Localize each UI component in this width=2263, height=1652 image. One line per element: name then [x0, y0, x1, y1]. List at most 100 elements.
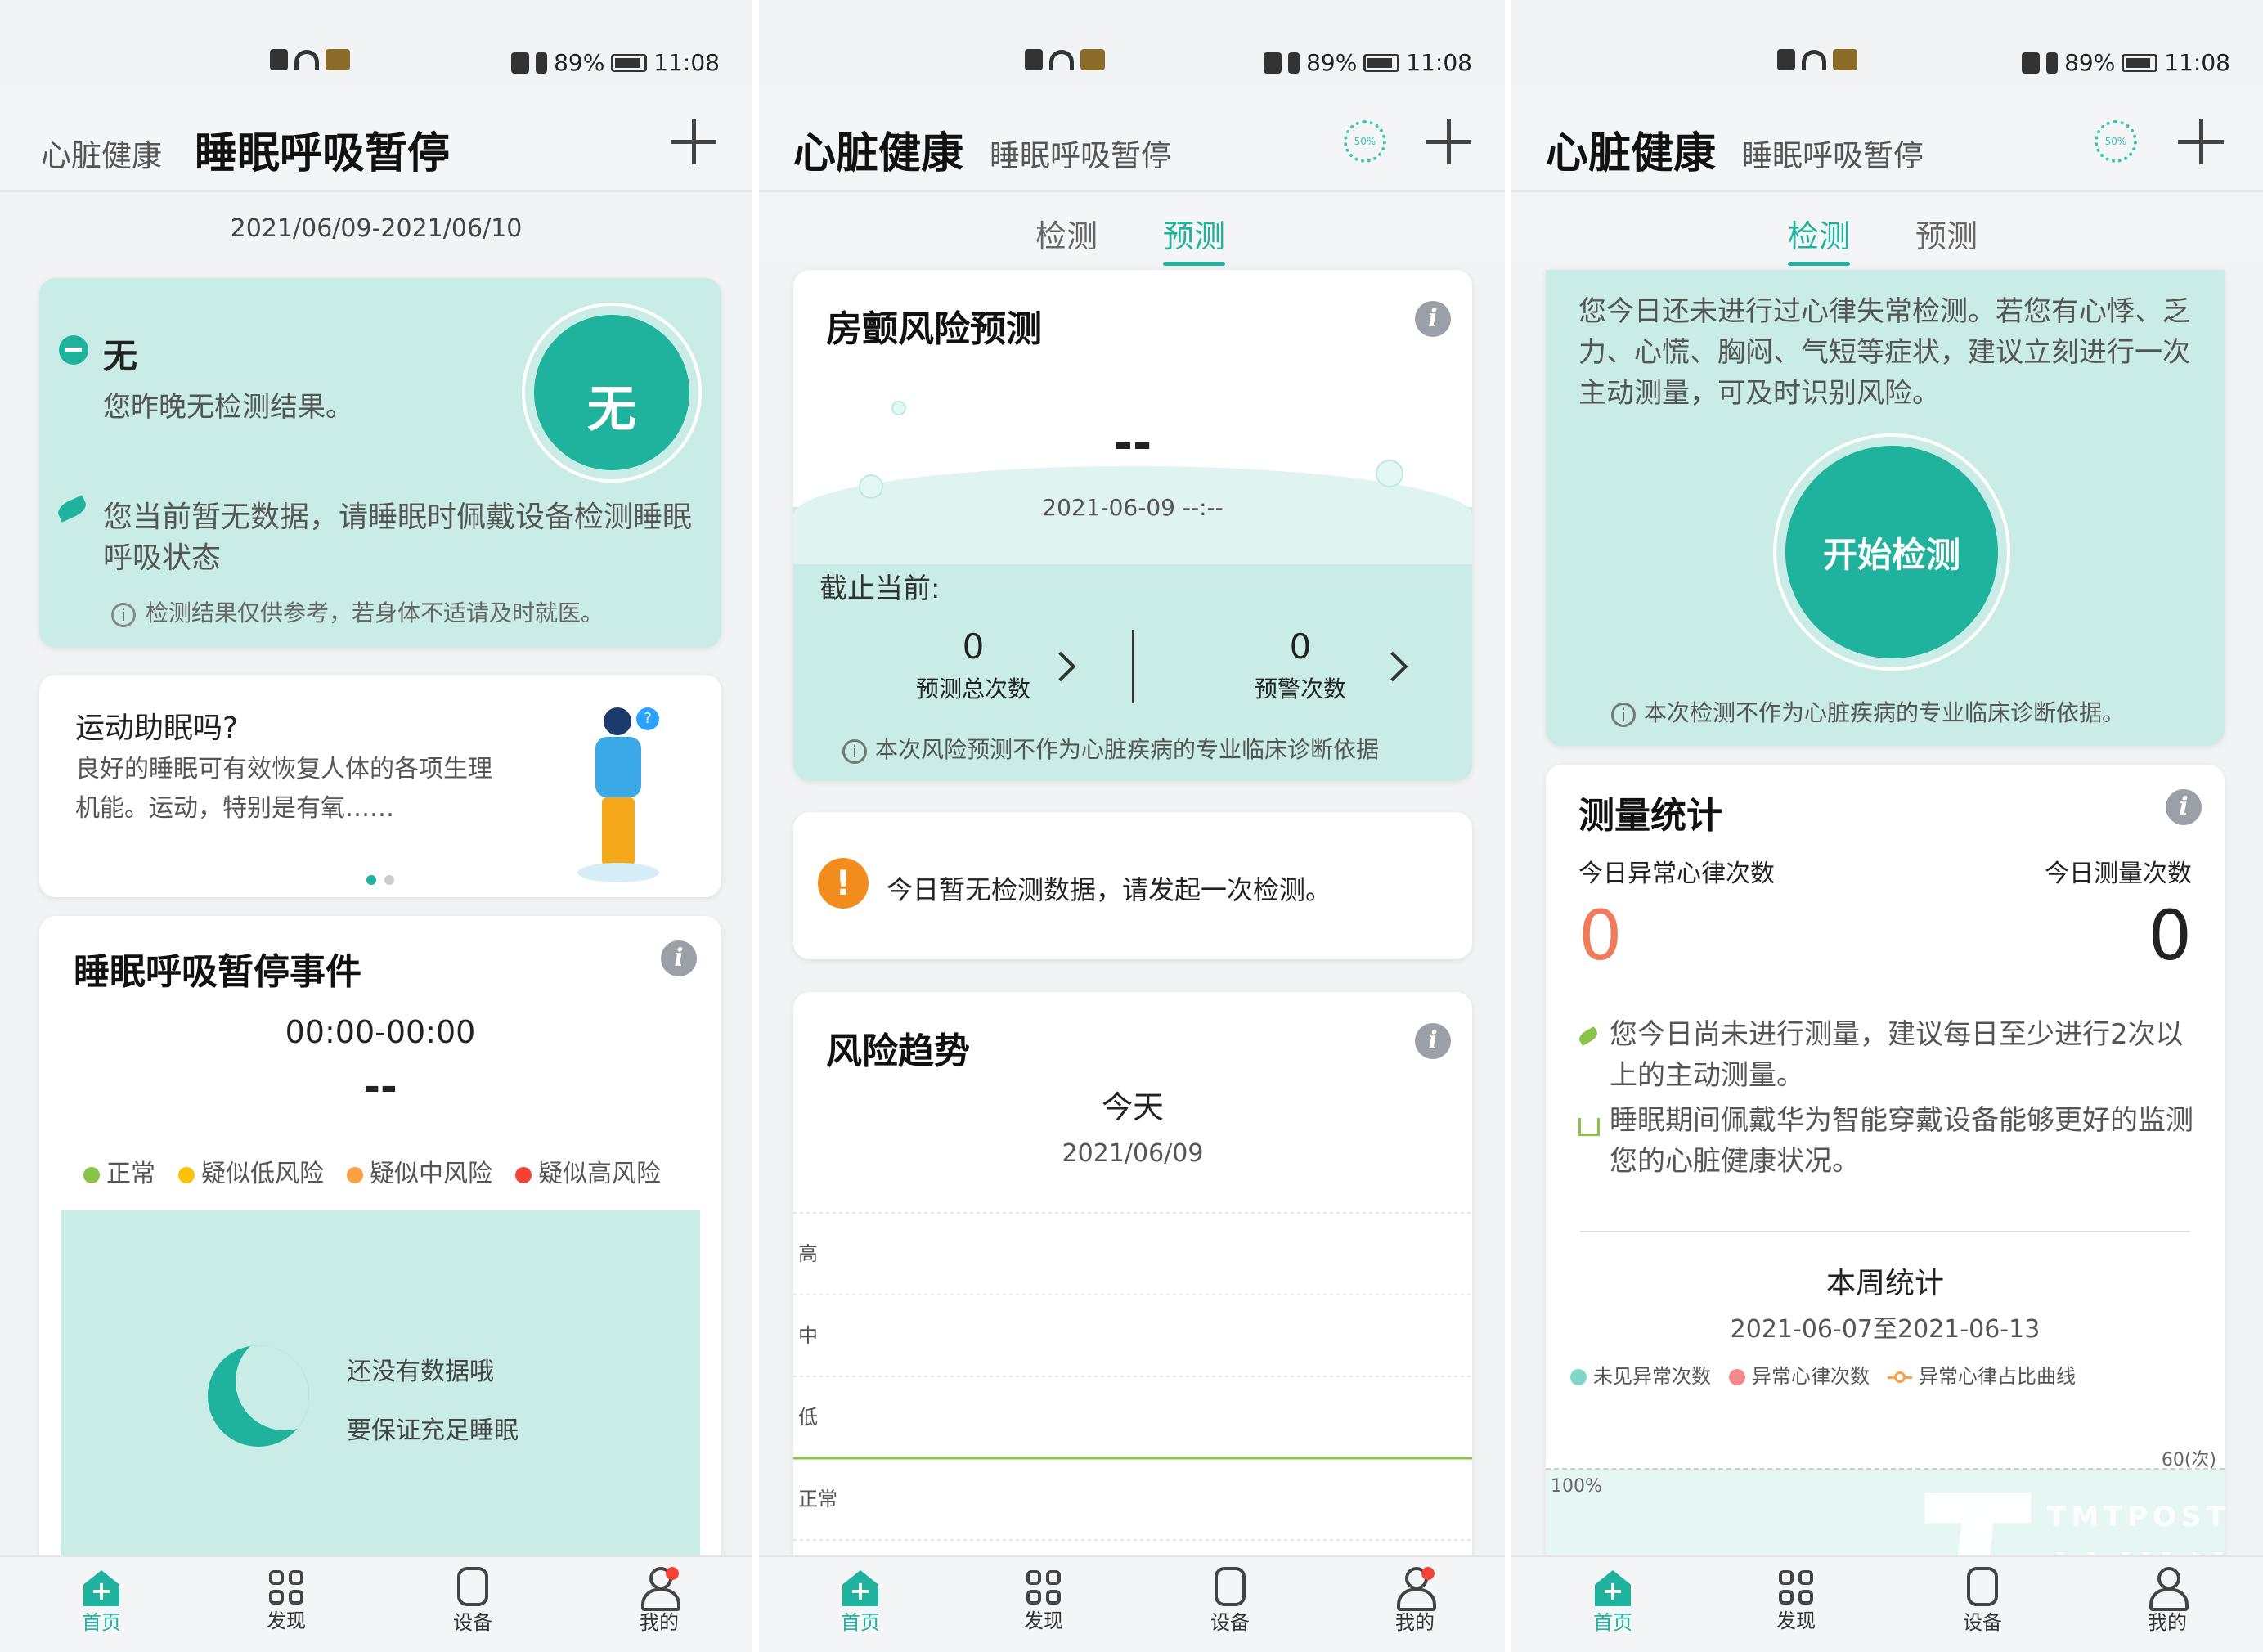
legend-ratio-line: 异常心律占比曲线: [1888, 1360, 2076, 1389]
tab-heart-health[interactable]: 心脏健康: [41, 131, 162, 175]
person-icon: [640, 1567, 680, 1611]
bottom-nav: + 首页 发现 设备 我的: [1511, 1555, 2263, 1652]
info-outline-icon: i: [111, 603, 136, 627]
notification-dot: [1421, 1567, 1435, 1580]
nav-home[interactable]: + 首页: [811, 1565, 909, 1635]
info-icon[interactable]: i: [1415, 1023, 1451, 1059]
subtab-detect[interactable]: 检测: [1035, 211, 1098, 256]
risk-legend: 正常 疑似低风险 疑似中风险 疑似高风险: [83, 1153, 661, 1189]
article-title: 运动助眠吗?: [75, 712, 239, 745]
subtab-detect[interactable]: 检测: [1788, 211, 1851, 266]
af-risk-card: 房颤风险预测 i -- 2021-06-09 --:-- 截止当前: 0 预测总…: [793, 270, 1472, 781]
article-body: 良好的睡眠可有效恢复人体的各项生理机能。运动，特别是有氧……: [75, 755, 492, 823]
carousel-dot[interactable]: [384, 875, 394, 885]
subtab-predict[interactable]: 预测: [1915, 211, 1978, 256]
result-text: 您昨晚无检测结果。: [103, 391, 353, 424]
info-icon[interactable]: i: [661, 940, 697, 976]
info-icon[interactable]: i: [2166, 789, 2202, 825]
progress-ring-icon[interactable]: 50%: [2095, 120, 2137, 163]
minus-icon: [59, 335, 88, 365]
panel-heart-predict: 89% 11:08 心脏健康 睡眠呼吸暂停 50% 检测 预测 房颤风险预测 i …: [759, 0, 1505, 1652]
nav-discover[interactable]: 发现: [237, 1565, 335, 1633]
tab-heart-health[interactable]: 心脏健康: [793, 119, 963, 180]
add-icon[interactable]: [2178, 119, 2224, 164]
legend-normal-count: 未见异常次数: [1570, 1360, 1711, 1389]
flag-icon: [1578, 1118, 1600, 1136]
tab-sleep-apnea[interactable]: 睡眠呼吸暂停: [1742, 131, 1924, 175]
nav-discover[interactable]: 发现: [995, 1565, 1093, 1633]
warning-icon: !: [818, 858, 869, 909]
watch-icon: [457, 1567, 488, 1606]
af-title: 房颤风险预测: [826, 308, 1042, 350]
disclaimer-text: 检测结果仅供参考，若身体不适请及时就医。: [146, 599, 604, 626]
subtab-predict[interactable]: 预测: [1163, 211, 1226, 266]
nav-me[interactable]: 我的: [610, 1565, 708, 1635]
abnormal-value: 0: [1578, 896, 1623, 976]
nav-me[interactable]: 我的: [1366, 1565, 1464, 1635]
status-circle: 无: [522, 303, 702, 483]
nav-me[interactable]: 我的: [2118, 1565, 2216, 1635]
tip-1: 您今日尚未进行测量，建议每日至少进行2次以上的主动测量。: [1610, 1018, 2184, 1092]
y-tick-label: 低: [798, 1406, 818, 1429]
nav-home[interactable]: + 首页: [1564, 1565, 1662, 1635]
y-tick-label: 正常: [798, 1488, 837, 1511]
carousel-dot-active[interactable]: [366, 875, 376, 885]
trend-day: 今天: [1101, 1089, 1164, 1125]
nav-device[interactable]: 设备: [1933, 1565, 2032, 1635]
status-level: 无: [103, 336, 138, 376]
bluetooth-icon: [2046, 52, 2059, 74]
notification-dot: [666, 1567, 679, 1580]
app-notification-icon: [326, 49, 350, 70]
nav-home[interactable]: + 首页: [52, 1565, 150, 1635]
tab-sleep-apnea[interactable]: 睡眠呼吸暂停: [990, 131, 1171, 175]
watch-icon: [1215, 1567, 1246, 1606]
status-bar: 89% 11:08: [1511, 43, 2263, 83]
status-circle-text: 无: [534, 315, 689, 470]
leaf-icon: [1577, 1026, 1600, 1047]
info-outline-icon: i: [842, 739, 867, 764]
abnormal-label: 今日异常心律次数: [1578, 860, 1775, 888]
date-range[interactable]: 2021/06/09-2021/06/10: [0, 214, 752, 243]
trend-title: 风险趋势: [826, 1030, 970, 1072]
week-legend: 未见异常次数 异常心律次数 异常心律占比曲线: [1570, 1360, 2076, 1389]
add-icon[interactable]: [671, 119, 716, 164]
y-tick-label: 中: [798, 1324, 818, 1347]
nfc-icon: [1264, 52, 1282, 74]
clock: 11:08: [2164, 49, 2230, 76]
moon-icon: [208, 1345, 309, 1447]
subtabs: 检测 预测: [759, 196, 1505, 266]
tab-heart-health[interactable]: 心脏健康: [1546, 119, 1716, 180]
info-icon[interactable]: i: [1415, 301, 1451, 337]
nav-device[interactable]: 设备: [1181, 1565, 1279, 1635]
home-icon: +: [1595, 1570, 1631, 1606]
bluetooth-icon: [536, 52, 548, 74]
nav-discover[interactable]: 发现: [1747, 1565, 1845, 1633]
legend-abnormal-count: 异常心律次数: [1729, 1360, 1870, 1389]
detect-disclaimer: i 本次检测不作为心脏疾病的专业临床诊断依据。: [1611, 695, 2125, 728]
count-value: 0: [2148, 896, 2192, 976]
bubble: [891, 401, 906, 415]
start-detect-button[interactable]: 开始检测: [1785, 446, 1998, 658]
af-disclaimer: i 本次风险预测不作为心脏疾病的专业临床诊断依据: [842, 732, 1379, 765]
notice-card: ! 今日暂无检测数据，请发起一次检测。: [793, 812, 1472, 959]
af-value: --: [1113, 417, 1152, 470]
progress-ring-icon[interactable]: 50%: [1344, 120, 1386, 163]
divider: [1580, 1231, 2190, 1232]
battery-percent: 89%: [2064, 49, 2116, 76]
panel-sleep-apnea: 89% 11:08 心脏健康 睡眠呼吸暂停 2021/06/09-2021/06/…: [0, 0, 752, 1652]
legend-mid: 疑似中风险: [347, 1153, 492, 1189]
leaf-icon: [55, 495, 89, 523]
risk-trend-chart: 高中低正常00:0004:0008:0012:0016:0020:0000:00: [793, 1212, 1472, 1578]
count-label: 今日测量次数: [2045, 860, 2192, 888]
battery-icon: [1363, 53, 1400, 72]
events-value: --: [363, 1063, 397, 1111]
article-card[interactable]: 运动助眠吗? 良好的睡眠可有效恢复人体的各项生理机能。运动，特别是有氧…… ?: [39, 675, 721, 897]
events-title: 睡眠呼吸暂停事件: [74, 951, 361, 993]
tab-sleep-apnea[interactable]: 睡眠呼吸暂停: [195, 119, 450, 180]
legend-normal: 正常: [83, 1153, 155, 1189]
detect-disclaimer-text: 本次检测不作为心脏疾病的专业临床诊断依据。: [1644, 699, 2126, 726]
battery-percent: 89%: [1306, 49, 1358, 76]
add-icon[interactable]: [1426, 119, 1471, 164]
nav-device[interactable]: 设备: [424, 1565, 522, 1635]
nfc-icon: [511, 52, 530, 74]
